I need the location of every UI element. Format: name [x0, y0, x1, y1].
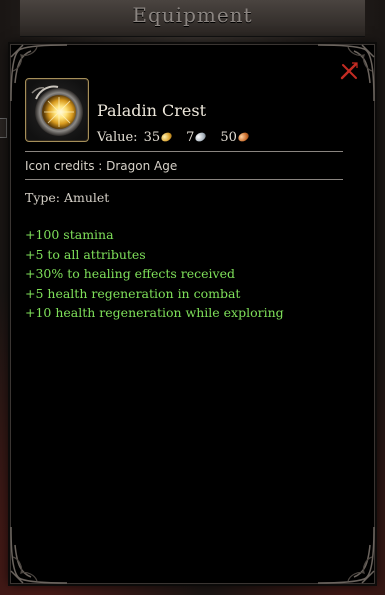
silver-amount: 7: [186, 129, 195, 145]
stat-line: +100 stamina: [25, 227, 114, 242]
window-title: Equipment: [132, 3, 253, 27]
stat-list: +100 stamina +5 to all attributes +30% t…: [25, 225, 284, 323]
corner-ornament-icon: [9, 525, 69, 585]
divider: [25, 151, 343, 152]
item-name: Paladin Crest: [97, 101, 206, 120]
side-tab[interactable]: [0, 118, 7, 138]
value-label: Value:: [97, 129, 138, 145]
copper-coin-icon: [236, 130, 251, 144]
equipment-window-header: Equipment: [20, 0, 365, 37]
item-tooltip: Paladin Crest Value: 35 7 50 Icon credit…: [10, 44, 375, 584]
gold-coin-icon: [159, 130, 174, 144]
stat-line: +10 health regeneration while exploring: [25, 305, 284, 321]
amulet-icon: [25, 78, 89, 142]
copper-amount: 50: [220, 129, 237, 145]
item-type: Type: Amulet: [25, 190, 110, 205]
item-value: Value: 35 7 50: [97, 128, 251, 146]
stat-line: +5 health regeneration in combat: [25, 285, 241, 301]
gold-amount: 35: [143, 129, 161, 145]
icon-credits: Icon credits : Dragon Age: [25, 159, 178, 173]
silver-coin-icon: [194, 130, 208, 144]
stat-line: +30% to healing effects received: [25, 266, 235, 282]
stat-line: +5 to all attributes: [25, 246, 146, 262]
close-icon[interactable]: [339, 61, 359, 81]
divider: [25, 179, 343, 180]
corner-ornament-icon: [316, 525, 376, 585]
